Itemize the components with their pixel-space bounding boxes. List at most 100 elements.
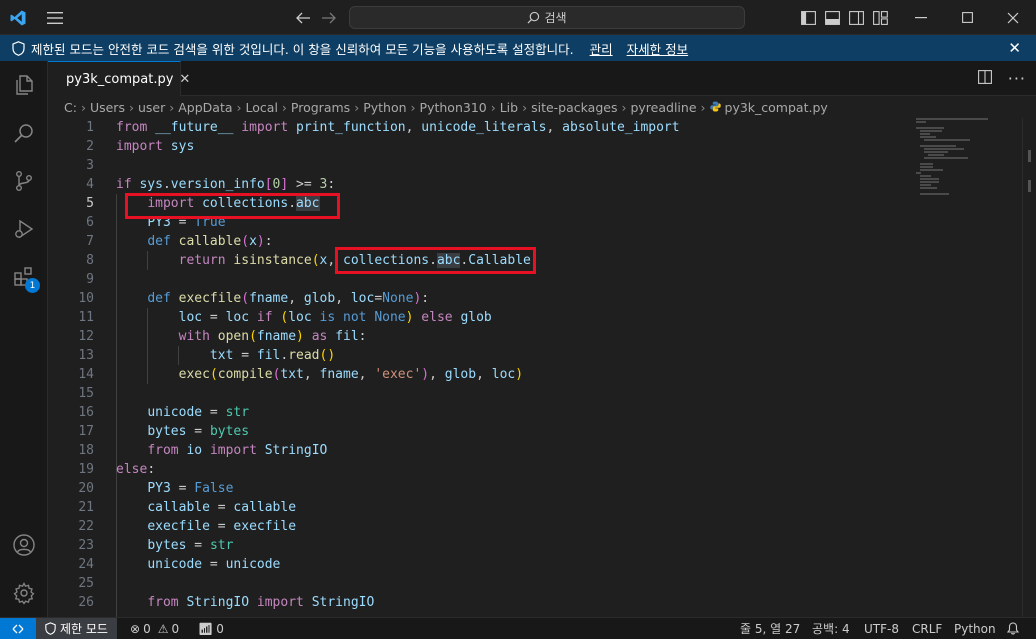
ports-count: 0 — [216, 621, 224, 636]
restricted-mode-indicator[interactable]: 제한 모드 — [36, 618, 117, 639]
tab-py3k-compat[interactable]: py3k_compat.py ✕ — [48, 61, 190, 96]
breadcrumb-item[interactable]: py3k_compat.py — [725, 100, 828, 115]
line-number: 2 — [86, 139, 94, 154]
line-number: 22 — [78, 519, 94, 534]
search-icon[interactable] — [0, 109, 48, 157]
breadcrumb-item[interactable]: site-packages — [531, 100, 617, 115]
breadcrumb-item[interactable]: Python310 — [420, 100, 487, 115]
error-count: 0 — [143, 621, 151, 636]
breadcrumb-separator: › — [80, 99, 86, 115]
code-line-2: import sys — [116, 139, 195, 154]
minimap-line — [924, 157, 968, 159]
line-number: 17 — [78, 424, 94, 439]
cursor-position[interactable]: 줄 5, 열 27 — [740, 618, 800, 639]
breadcrumb-separator: › — [700, 99, 706, 115]
toggle-panel-icon[interactable] — [820, 0, 844, 35]
remote-indicator-icon[interactable] — [0, 618, 36, 639]
breadcrumb: C: › Users › user › AppData › Local › Programs › Pyt… — [48, 96, 1036, 118]
minimap-line — [924, 148, 964, 150]
menu-icon[interactable] — [40, 0, 70, 35]
minimap-line — [920, 136, 936, 138]
minimap-line — [916, 172, 921, 174]
breadcrumb-item[interactable]: C: — [64, 100, 77, 115]
breadcrumb-separator: › — [410, 99, 416, 115]
code-line-16: unicode = str — [147, 405, 250, 420]
banner-message: 제한된 모드는 안전한 코드 검색을 위한 것입니다. 이 창을 신뢰하여 모든… — [31, 41, 574, 57]
minimap-line — [920, 193, 949, 195]
editor-tab-bar: py3k_compat.py ✕ ··· — [48, 61, 1036, 96]
maximize-icon[interactable] — [944, 0, 990, 35]
code-editor[interactable]: 1 2 3 4 5 6 7 8 9 10 11 12 13 14 15 16 17 18 19 20 21 22 23 24 2… — [48, 118, 1036, 617]
breadcrumb-item[interactable]: Local — [246, 100, 278, 115]
breadcrumb-separator: › — [169, 99, 175, 115]
code-line-14: exec(compile(txt, fname, 'exec'), glob, … — [178, 367, 524, 382]
language-mode[interactable]: Python — [954, 618, 996, 639]
warning-icon: ⚠ — [157, 621, 169, 636]
breadcrumb-separator: › — [128, 99, 134, 115]
indentation-indicator[interactable]: 공백: 4 — [812, 618, 850, 639]
close-tab-icon[interactable]: ✕ — [179, 72, 190, 87]
breadcrumb-item[interactable]: Programs — [291, 100, 350, 115]
customize-layout-icon[interactable] — [868, 0, 892, 35]
source-control-icon[interactable] — [0, 157, 48, 205]
breadcrumb-item[interactable]: pyreadline — [630, 100, 696, 115]
minimap-line — [916, 127, 944, 129]
close-window-icon[interactable] — [990, 0, 1036, 35]
back-arrow-icon[interactable] — [290, 0, 316, 35]
code-line-20: PY3 = False — [147, 481, 234, 496]
toggle-secondary-sidebar-icon[interactable] — [844, 0, 868, 35]
line-number: 6 — [86, 215, 94, 230]
minimap-line — [920, 169, 943, 171]
problems-indicator[interactable]: ⊗ 0 ⚠ 0 — [130, 618, 179, 639]
line-number: 9 — [86, 272, 94, 287]
settings-gear-icon[interactable] — [0, 569, 48, 617]
explorer-icon[interactable] — [0, 61, 48, 109]
breadcrumb-separator: › — [236, 99, 242, 115]
notifications-bell-icon[interactable] — [1007, 618, 1019, 639]
learn-more-link[interactable]: 자세한 정보 — [627, 39, 688, 58]
breadcrumb-separator: › — [354, 99, 360, 115]
line-number: 10 — [78, 291, 94, 306]
breadcrumb-separator: › — [490, 99, 496, 115]
encoding-indicator[interactable]: UTF-8 — [864, 618, 899, 639]
code-line-26: from StringIO import StringIO — [147, 595, 375, 610]
close-banner-icon[interactable]: ✕ — [1008, 39, 1021, 57]
line-number: 26 — [78, 595, 94, 610]
line-number: 4 — [86, 177, 94, 192]
breadcrumb-item[interactable]: Lib — [500, 100, 518, 115]
minimize-icon[interactable] — [898, 0, 944, 35]
breadcrumb-item[interactable]: Python — [363, 100, 406, 115]
command-center-search[interactable]: 검색 — [349, 6, 745, 29]
forward-arrow-icon[interactable] — [316, 0, 342, 35]
code-line-22: execfile = execfile — [147, 519, 297, 534]
scroll-marker — [1028, 150, 1031, 162]
code-line-18: from io import StringIO — [147, 443, 328, 458]
minimap-line — [920, 133, 930, 135]
account-icon[interactable] — [0, 521, 48, 569]
line-number: 15 — [78, 386, 94, 401]
more-actions-icon[interactable]: ··· — [1008, 69, 1026, 88]
minimap-line — [920, 166, 933, 168]
ports-indicator[interactable]: 📶︎ 0 — [198, 618, 224, 639]
minimap[interactable] — [916, 118, 1016, 195]
manage-link[interactable]: 관리 — [590, 39, 613, 58]
line-number: 23 — [78, 538, 94, 553]
eol-indicator[interactable]: CRLF — [912, 618, 942, 639]
toggle-primary-sidebar-icon[interactable] — [796, 0, 820, 35]
minimap-line — [920, 130, 942, 132]
error-icon: ⊗ — [130, 621, 141, 636]
minimap-line — [924, 139, 970, 141]
minimap-line — [916, 118, 988, 120]
title-bar: 검색 — [0, 0, 1036, 35]
vertical-scrollbar[interactable] — [1022, 118, 1036, 617]
split-editor-icon[interactable] — [977, 69, 992, 88]
breadcrumb-item[interactable]: user — [138, 100, 165, 115]
breadcrumb-item[interactable]: Users — [90, 100, 125, 115]
minimap-line — [920, 178, 939, 180]
extensions-icon[interactable]: 1 — [0, 253, 48, 301]
line-number: 12 — [78, 329, 94, 344]
run-debug-icon[interactable] — [0, 205, 48, 253]
breadcrumb-item[interactable]: AppData — [178, 100, 232, 115]
